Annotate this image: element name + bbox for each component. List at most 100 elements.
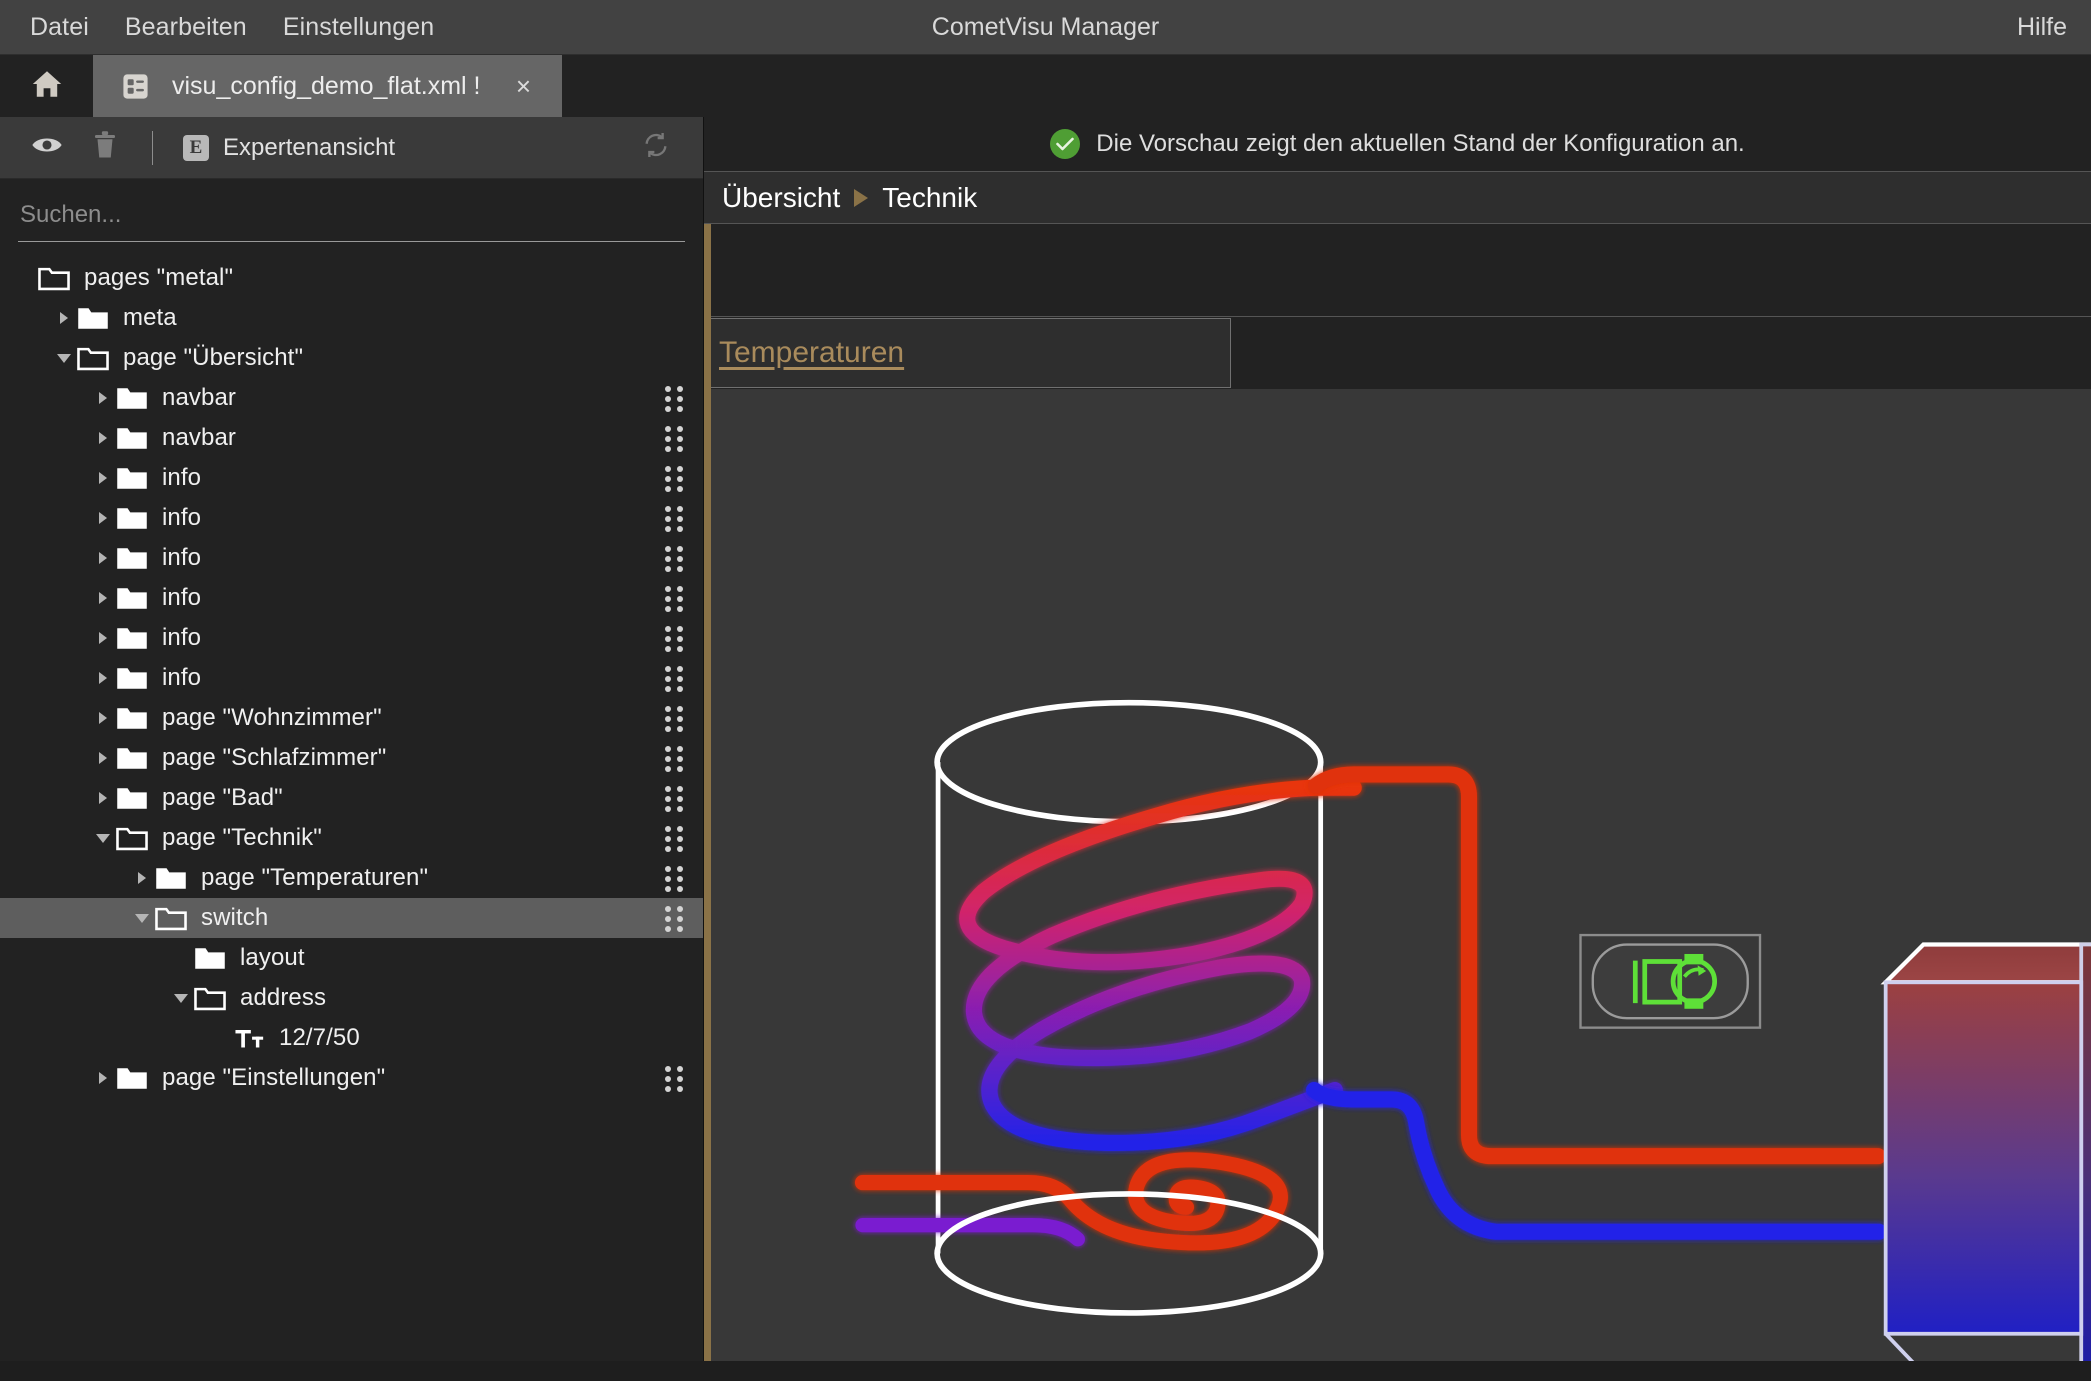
tree-row[interactable]: 12/7/50 — [0, 1018, 703, 1058]
tree-row[interactable]: page "Einstellungen" — [0, 1058, 703, 1098]
breadcrumb-item-uebersicht[interactable]: Übersicht — [722, 182, 840, 214]
folder-icon — [116, 705, 148, 731]
close-icon[interactable]: × — [508, 73, 538, 99]
drag-handle-icon[interactable] — [665, 386, 683, 412]
chevron-right-icon[interactable] — [90, 505, 116, 531]
tree-row-label: navbar — [162, 384, 236, 411]
tree-row[interactable]: navbar — [0, 418, 703, 458]
tree-row-label: switch — [201, 904, 269, 931]
tree-row[interactable]: page "Temperaturen" — [0, 858, 703, 898]
chevron-down-icon[interactable] — [90, 825, 116, 851]
tree-row[interactable]: page "Wohnzimmer" — [0, 698, 703, 738]
drag-handle-icon[interactable] — [665, 586, 683, 612]
preview-toggle-button[interactable] — [20, 126, 74, 170]
drag-handle-icon[interactable] — [665, 426, 683, 452]
chevron-right-icon[interactable] — [90, 785, 116, 811]
tree-row[interactable]: info — [0, 498, 703, 538]
tree-row[interactable]: info — [0, 538, 703, 578]
tab-visu-config[interactable]: visu_config_demo_flat.xml ! × — [93, 55, 563, 117]
drag-handle-icon[interactable] — [665, 1066, 683, 1092]
tree-row[interactable]: address — [0, 978, 703, 1018]
pump-widget[interactable] — [1579, 933, 1762, 1029]
temperaturen-link-widget[interactable]: Temperaturen — [711, 318, 1231, 388]
drag-handle-icon[interactable] — [665, 866, 683, 892]
folder-open-icon — [194, 985, 226, 1011]
menu-datei[interactable]: Datei — [16, 9, 103, 46]
chevron-right-icon[interactable] — [90, 585, 116, 611]
tree-row-label: page "Übersicht" — [123, 344, 304, 371]
config-tree[interactable]: pages "metal" meta page "Übersicht" navbar n… — [0, 242, 703, 1381]
tree-row[interactable]: meta — [0, 298, 703, 338]
preview-pane: Die Vorschau zeigt den aktuellen Stand d… — [704, 117, 2091, 1381]
tree-row[interactable]: layout — [0, 938, 703, 978]
home-button[interactable] — [0, 55, 93, 117]
tree-row[interactable]: switch — [0, 898, 703, 938]
menu-bar: Datei Bearbeiten Einstellungen — [0, 9, 448, 46]
eye-icon — [31, 134, 63, 161]
expert-view-label: Expertenansicht — [223, 133, 396, 161]
folder-icon — [116, 585, 148, 611]
folder-icon — [116, 745, 148, 771]
tree-row[interactable]: page "Übersicht" — [0, 338, 703, 378]
tree-row-label: info — [162, 464, 202, 491]
tree-row[interactable]: page "Schlafzimmer" — [0, 738, 703, 778]
chevron-down-icon[interactable] — [129, 905, 155, 931]
chevron-right-icon[interactable] — [90, 625, 116, 651]
menu-bearbeiten[interactable]: Bearbeiten — [111, 9, 261, 46]
drag-handle-icon[interactable] — [665, 786, 683, 812]
preview-content: Temperaturen — [711, 224, 2091, 1381]
folder-icon — [116, 385, 148, 411]
chevron-right-icon[interactable] — [90, 545, 116, 571]
folder-icon — [116, 665, 148, 691]
tab-label: visu_config_demo_flat.xml ! — [172, 71, 481, 100]
tree-row[interactable]: navbar — [0, 378, 703, 418]
tree-row[interactable]: page "Technik" — [0, 818, 703, 858]
drag-handle-icon[interactable] — [665, 666, 683, 692]
chevron-down-icon[interactable] — [51, 345, 77, 371]
twisty-placeholder — [207, 1025, 233, 1051]
chevron-down-icon[interactable] — [168, 985, 194, 1011]
tree-row[interactable]: info — [0, 458, 703, 498]
tree-row[interactable]: info — [0, 618, 703, 658]
tree-row-label: info — [162, 544, 202, 571]
tree-row-label: page "Bad" — [162, 784, 283, 811]
drag-handle-icon[interactable] — [665, 906, 683, 932]
expert-view-toggle[interactable]: E Expertenansicht — [173, 130, 405, 166]
drag-handle-icon[interactable] — [665, 466, 683, 492]
drag-handle-icon[interactable] — [665, 546, 683, 572]
chevron-right-icon[interactable] — [90, 745, 116, 771]
chevron-right-icon[interactable] — [90, 465, 116, 491]
delete-button[interactable] — [78, 126, 132, 170]
chevron-right-icon[interactable] — [90, 665, 116, 691]
tree-row[interactable]: pages "metal" — [0, 258, 703, 298]
temperaturen-link[interactable]: Temperaturen — [719, 336, 904, 370]
tree-row-label: navbar — [162, 424, 236, 451]
tree-row-label: page "Technik" — [162, 824, 322, 851]
menu-einstellungen[interactable]: Einstellungen — [269, 9, 448, 46]
help-menu[interactable]: Hilfe — [2017, 13, 2091, 42]
refresh-button[interactable] — [629, 126, 683, 170]
search-input[interactable] — [18, 197, 685, 242]
chevron-right-icon[interactable] — [90, 705, 116, 731]
drag-handle-icon[interactable] — [665, 826, 683, 852]
drag-handle-icon[interactable] — [665, 746, 683, 772]
drag-handle-icon[interactable] — [665, 706, 683, 732]
check-circle-icon — [1050, 129, 1081, 159]
tree-row[interactable]: info — [0, 578, 703, 618]
tank-bottom-ellipse — [934, 1191, 1324, 1316]
chevron-right-icon[interactable] — [90, 1065, 116, 1091]
sidebar-toolbar: E Expertenansicht — [0, 117, 703, 179]
chevron-right-icon[interactable] — [90, 385, 116, 411]
search-container — [0, 179, 703, 242]
tank-top-ellipse — [934, 699, 1324, 825]
chevron-right-icon[interactable] — [90, 425, 116, 451]
tree-row[interactable]: info — [0, 658, 703, 698]
chevron-right-icon[interactable] — [129, 865, 155, 891]
tree-row-label: meta — [123, 304, 177, 331]
radiator-box — [1880, 942, 2091, 1378]
drag-handle-icon[interactable] — [665, 506, 683, 532]
chevron-right-icon[interactable] — [51, 305, 77, 331]
drag-handle-icon[interactable] — [665, 626, 683, 652]
tree-row[interactable]: page "Bad" — [0, 778, 703, 818]
trash-icon — [92, 130, 118, 165]
